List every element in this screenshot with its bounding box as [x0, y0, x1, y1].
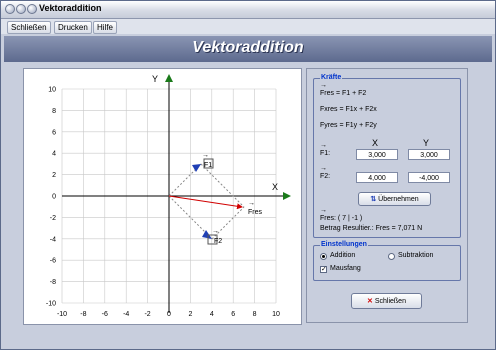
y-tick-label: 10	[48, 87, 56, 94]
banner-title: Vektoraddition	[192, 39, 304, 56]
plot-ticks: -10 -8 -6 -4 -2 0 2 4 6 8 101086420-2-4-6-8-10	[46, 87, 280, 319]
x-axis-arrow-icon	[283, 192, 291, 200]
uebernehmen-button[interactable]: ⇅ Übernehmen	[358, 192, 431, 206]
radio-subtraktion[interactable]	[388, 253, 395, 260]
fres-vector	[168, 195, 243, 210]
parallelogram-edge	[200, 163, 245, 208]
vector-plot[interactable]: -10 -8 -6 -4 -2 0 2 4 6 8 10 10 8 6 4 2 0 -2 -4 -6 -8 -10 X Y…	[23, 68, 302, 325]
column-y-header: Y	[423, 138, 430, 148]
control-panel: Kräfte → Fres = F1 + F2 Fxres = F1x + F2…	[306, 68, 468, 323]
menu-schliessen[interactable]: Schließen	[7, 21, 51, 34]
formula-fres: Fres = F1 + F2	[320, 90, 367, 97]
kraefte-group: Kräfte → Fres = F1 + F2 Fxres = F1x + F2…	[313, 74, 461, 238]
minimize-window-icon[interactable]	[16, 4, 26, 14]
y-axis-label: Y	[152, 74, 158, 84]
y-tick-label: -4	[50, 236, 56, 243]
title-bar: Vektoraddition	[1, 1, 495, 19]
fres-label: Fres	[248, 209, 263, 216]
maximize-window-icon[interactable]	[27, 4, 37, 14]
betrag-result: Betrag Resultier.: Fres = 7,071 N	[320, 225, 423, 232]
schliessen-button[interactable]: ✕ Schließen	[351, 293, 422, 309]
fres-result: Fres: ( 7 | -1 )	[320, 215, 363, 222]
x-tick-label: -8	[80, 311, 86, 318]
f2-y-input[interactable]: -4,000	[408, 172, 450, 183]
x-tick-label: -6	[102, 311, 108, 318]
f2-vector-arrow-icon: →	[212, 228, 219, 235]
y-tick-label: -10	[46, 301, 56, 308]
schliessen-label: Schließen	[374, 298, 406, 305]
menu-drucken[interactable]: Drucken	[54, 21, 92, 34]
f2-label: F2	[214, 238, 222, 245]
menu-bar: Schließen Drucken Hilfe	[1, 19, 495, 34]
formula-y: Fyres = F1y + F2y	[320, 122, 377, 129]
y-tick-label: -6	[50, 258, 56, 265]
y-tick-label: 6	[52, 129, 56, 136]
x-tick-label: 2	[188, 311, 192, 318]
x-axis-label: X	[272, 182, 278, 192]
close-x-icon: ✕	[367, 298, 373, 305]
x-tick-label: -2	[144, 311, 150, 318]
vector-arrow-icon: →	[320, 142, 327, 149]
f1-x-input[interactable]: 3,000	[356, 149, 398, 160]
close-window-icon[interactable]	[5, 4, 15, 14]
mausfang-label: Mausfang	[330, 265, 361, 272]
formula-x: Fxres = F1x + F2x	[320, 106, 377, 113]
app-window: Vektoraddition Schließen Drucken Hilfe V…	[0, 0, 496, 350]
uebernehmen-label: Übernehmen	[378, 196, 419, 203]
x-tick-label: 4	[210, 311, 214, 318]
window-title: Vektoraddition	[39, 3, 102, 13]
x-tick-label: 10	[272, 311, 280, 318]
x-tick-label: 6	[231, 311, 235, 318]
y-tick-label: 4	[52, 151, 56, 158]
y-tick-label: 0	[52, 194, 56, 201]
vector-arrow-icon: →	[320, 82, 327, 89]
x-tick-label: -4	[123, 311, 129, 318]
menu-hilfe[interactable]: Hilfe	[93, 21, 118, 34]
vector-arrow-icon: →	[320, 207, 327, 214]
mausfang-checkbox[interactable]: ✓	[320, 266, 327, 273]
plot-svg[interactable]: -10 -8 -6 -4 -2 0 2 4 6 8 101086420-2-4-6-8-10 X Y…	[24, 69, 301, 324]
x-tick-label: -10	[57, 311, 67, 318]
y-tick-label: 8	[52, 108, 56, 115]
x-tick-label: 8	[253, 311, 257, 318]
radio-addition-label: Addition	[330, 252, 356, 259]
banner: Vektoraddition	[4, 36, 492, 62]
y-tick-label: 2	[52, 172, 56, 179]
fres-vector-arrow-icon: →	[248, 200, 255, 207]
column-x-header: X	[372, 138, 379, 148]
f1-row-label: F1:	[320, 150, 331, 157]
f2-x-input[interactable]: 4,000	[356, 172, 398, 183]
kraefte-legend: Kräfte	[320, 74, 343, 81]
einstellungen-legend: Einstellungen	[320, 241, 368, 248]
y-axis-arrow-icon	[165, 74, 173, 82]
y-tick-label: -2	[50, 215, 56, 222]
f1-vector-arrow-icon: →	[202, 152, 209, 159]
f1-label: F1	[204, 162, 212, 169]
apply-arrows-icon: ⇅	[370, 196, 377, 203]
vector-arrow-icon: →	[320, 165, 327, 172]
radio-subtraktion-label: Subtraktion	[398, 252, 434, 259]
radio-addition[interactable]	[320, 253, 327, 260]
f2-row-label: F2:	[320, 173, 331, 180]
f1-y-input[interactable]: 3,000	[408, 149, 450, 160]
einstellungen-group: Einstellungen Addition Subtraktion ✓ Mau…	[313, 241, 461, 281]
y-tick-label: -8	[50, 279, 56, 286]
f1-handle[interactable]	[192, 164, 201, 172]
